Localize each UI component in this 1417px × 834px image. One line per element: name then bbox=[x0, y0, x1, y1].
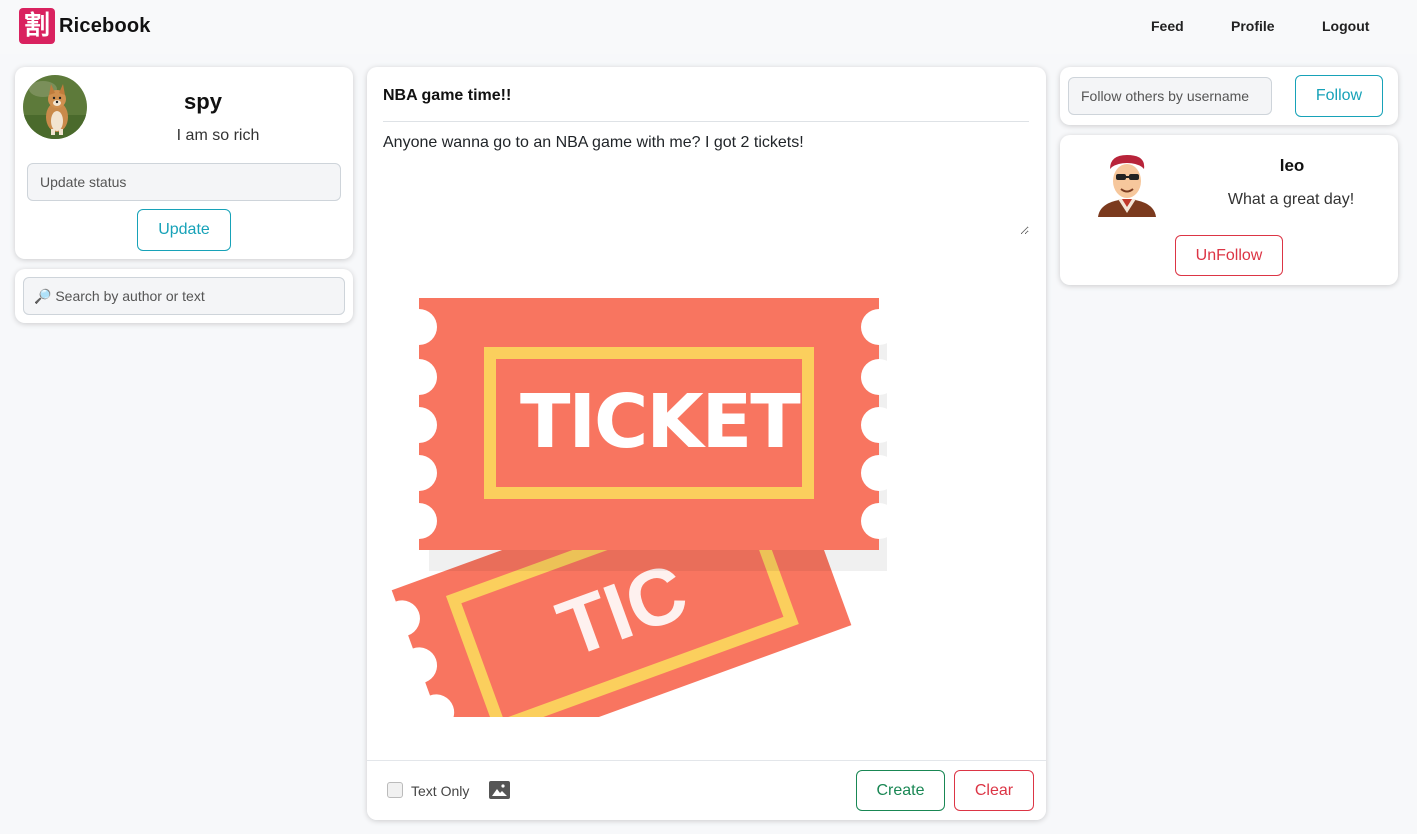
image-icon[interactable] bbox=[489, 781, 510, 804]
search-card bbox=[15, 269, 353, 323]
post-title[interactable]: NBA game time!! bbox=[383, 87, 511, 105]
post-image: TIC TICKET bbox=[367, 297, 897, 778]
ticket-illustration: TIC bbox=[383, 298, 897, 778]
post-divider bbox=[383, 121, 1029, 122]
nav-profile[interactable]: Profile bbox=[1231, 18, 1275, 34]
brand[interactable]: 割 Ricebook bbox=[19, 8, 151, 44]
profile-username: spy bbox=[184, 89, 222, 114]
brand-logo: 割 bbox=[19, 8, 55, 44]
post-body-textarea[interactable]: Anyone wanna go to an NBA game with me? … bbox=[383, 133, 1029, 235]
update-button[interactable]: Update bbox=[137, 209, 231, 251]
follow-button[interactable]: Follow bbox=[1295, 75, 1383, 117]
cartoon-avatar bbox=[1096, 151, 1158, 222]
follow-input[interactable] bbox=[1068, 77, 1272, 115]
profile-card: spy I am so rich Update bbox=[15, 67, 353, 259]
unfollow-button[interactable]: UnFollow bbox=[1175, 235, 1283, 276]
follower-card: leo What a great day! UnFollow bbox=[1060, 135, 1398, 285]
post-footer: Text Only Create Clear bbox=[367, 760, 1046, 820]
follow-card: Follow bbox=[1060, 67, 1398, 125]
nav-feed[interactable]: Feed bbox=[1151, 18, 1184, 34]
search-input[interactable] bbox=[23, 277, 345, 315]
nav-logout[interactable]: Logout bbox=[1322, 18, 1369, 34]
text-only-checkbox[interactable] bbox=[387, 782, 403, 798]
text-only-label: Text Only bbox=[411, 783, 470, 799]
brand-name: Ricebook bbox=[59, 14, 151, 37]
follower-status: What a great day! bbox=[1227, 191, 1355, 208]
status-input[interactable] bbox=[27, 163, 341, 201]
profile-status: I am so rich bbox=[176, 127, 260, 144]
ticket-text: TICKET bbox=[520, 379, 801, 465]
dog-avatar bbox=[23, 75, 87, 139]
create-button[interactable]: Create bbox=[856, 770, 945, 811]
new-post-card: NBA game time!! Anyone wanna go to an NB… bbox=[367, 67, 1046, 820]
follower-username: leo bbox=[1279, 156, 1305, 175]
navbar: 割 Ricebook Feed Profile Logout bbox=[0, 0, 1417, 54]
clear-button[interactable]: Clear bbox=[954, 770, 1034, 811]
